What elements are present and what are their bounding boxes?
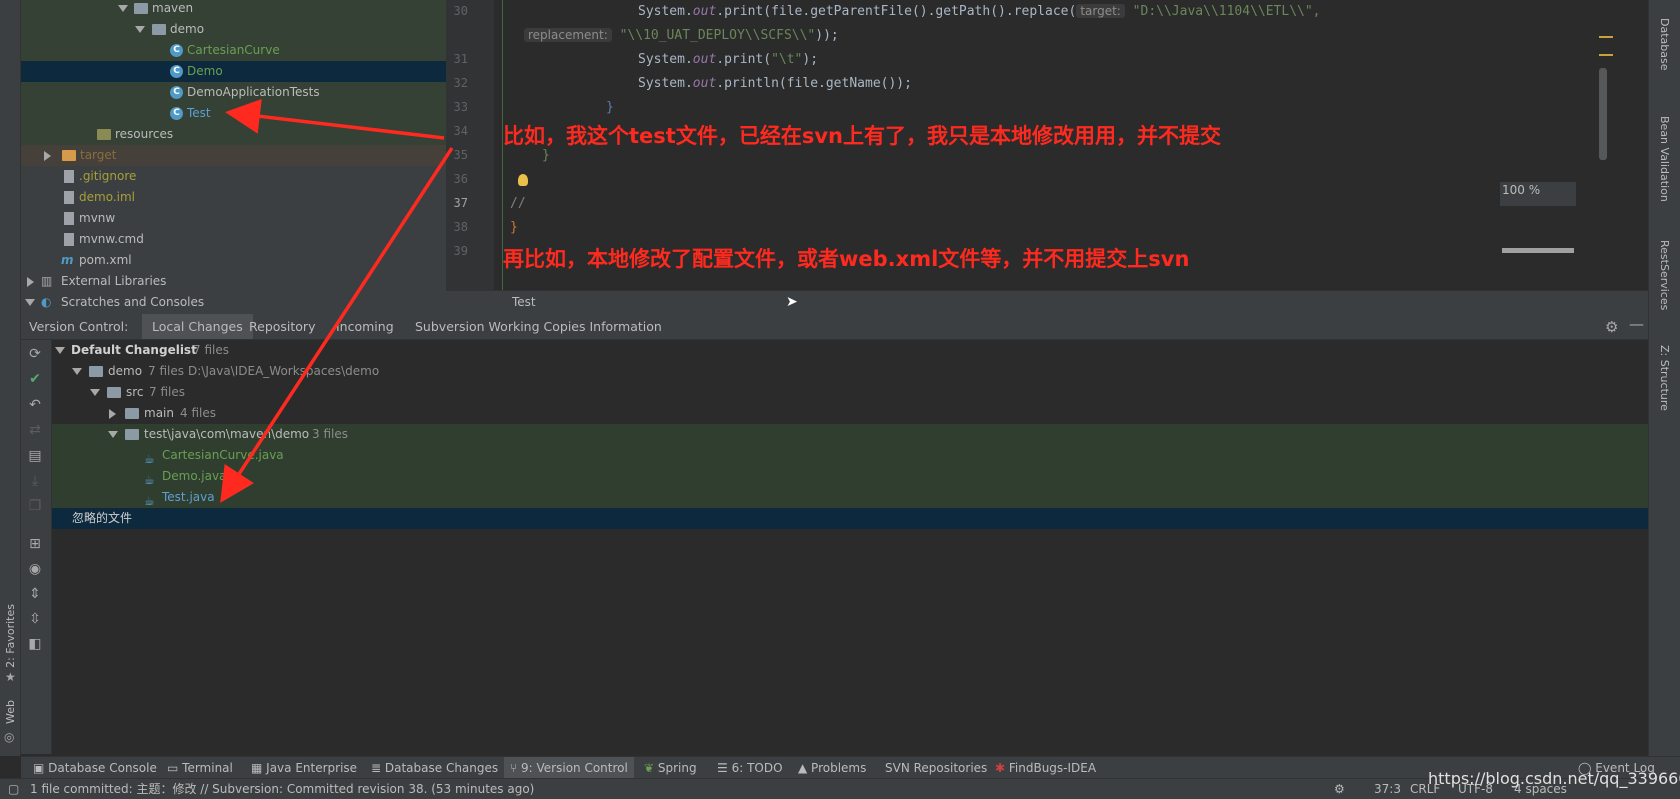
tab-findbugs[interactable]: ✱ FindBugs-IDEA (995, 757, 1096, 779)
tab-todo[interactable]: ☰ 6: TODO (717, 757, 783, 779)
tab-label: Java Enterprise (266, 761, 358, 775)
tab-label: Terminal (182, 761, 233, 775)
todo-icon: ☰ (717, 761, 732, 775)
status-message-icon[interactable]: ▢ (8, 779, 19, 799)
tab-label: Database Changes (384, 761, 499, 775)
tab-label: Problems (811, 761, 867, 775)
tab-terminal[interactable]: ▭ Terminal (167, 757, 233, 779)
tab-label: SVN Repositories (885, 761, 988, 775)
console-icon: ▣ (33, 761, 49, 775)
tab-spring[interactable]: ❦ Spring (644, 757, 697, 779)
tab-label: FindBugs-IDEA (1008, 761, 1097, 775)
tab-label: 6: TODO (731, 761, 783, 775)
enterprise-icon: ▦ (251, 761, 267, 775)
caret-position[interactable]: 37:3 (1374, 779, 1401, 799)
database-changes-icon: ≣ (371, 761, 385, 775)
spring-icon: ❦ (644, 761, 658, 775)
annotation-note-1: 比如，我这个test文件，已经在svn上有了，我只是本地修改用用，并不提交 (503, 124, 1221, 148)
watermark-url: https://blog.csdn.net/qq_33966061 (1428, 769, 1680, 788)
tab-database-console[interactable]: ▣ Database Console (33, 757, 157, 779)
annotation-note-2: 再比如，本地修改了配置文件，或者web.xml文件等，并不用提交上svn (503, 247, 1190, 271)
tab-label: Spring (657, 761, 697, 775)
status-bar: ▢ 1 file committed: 主题：修改 // Subversion:… (0, 769, 1680, 799)
terminal-icon: ▭ (167, 761, 183, 775)
tab-label: 9: Version Control (521, 761, 628, 775)
arrow-to-test-class (225, 98, 445, 140)
tab-version-control[interactable]: ⑂ 9: Version Control (504, 757, 634, 779)
tab-database-changes[interactable]: ≣ Database Changes (371, 757, 498, 779)
tab-svn-repositories[interactable]: SVN Repositories (885, 757, 987, 779)
status-message[interactable]: 1 file committed: 主题：修改 // Subversion: C… (30, 779, 534, 799)
warning-icon: ▲ (798, 761, 812, 775)
arrow-to-test-java (220, 147, 454, 503)
tab-label: Database Console (48, 761, 157, 775)
status-settings-icon[interactable]: ⚙ (1334, 779, 1345, 799)
vcs-icon: ⑂ (510, 761, 522, 775)
tab-problems[interactable]: ▲ Problems (798, 757, 866, 779)
bug-icon: ✱ (995, 761, 1009, 775)
tab-java-enterprise[interactable]: ▦ Java Enterprise (251, 757, 357, 779)
